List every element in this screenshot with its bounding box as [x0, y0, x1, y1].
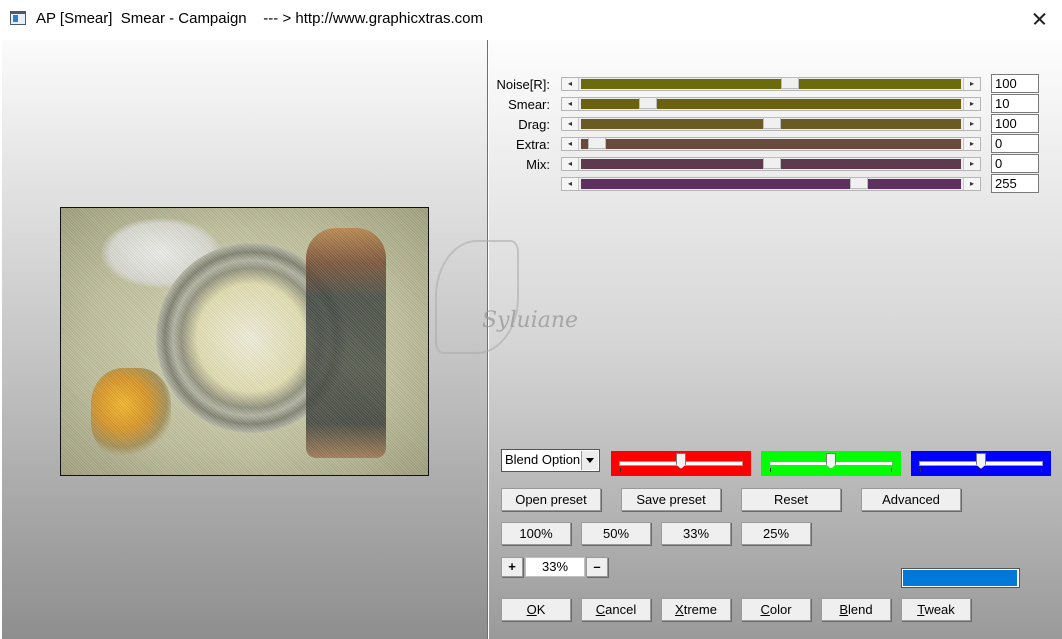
arrow-left-icon[interactable]: ◂: [562, 118, 579, 130]
slider-value-input[interactable]: 0: [991, 134, 1039, 153]
zoom-plus-button[interactable]: +: [501, 557, 523, 577]
blue-channel-slider[interactable]: [911, 451, 1051, 476]
zoom-100-button[interactable]: 100%: [501, 522, 571, 545]
save-preset-button[interactable]: Save preset: [621, 488, 721, 511]
reset-button[interactable]: Reset: [741, 488, 841, 511]
slider-thumb[interactable]: [850, 177, 868, 189]
slider-value-input[interactable]: 255: [991, 174, 1039, 193]
tweak-button[interactable]: Tweak: [901, 598, 971, 621]
slider-thumb[interactable]: [763, 157, 781, 169]
red-channel-slider[interactable]: [611, 451, 751, 476]
slider-label: Smear:: [508, 97, 550, 112]
arrow-left-icon[interactable]: ◂: [562, 138, 579, 150]
blend-option-select[interactable]: Blend Option: [501, 449, 600, 472]
chevron-down-icon[interactable]: [581, 451, 598, 470]
slider-track[interactable]: ◂ ▸: [561, 117, 981, 131]
xtreme-label: treme: [683, 602, 717, 617]
ok-label: K: [536, 602, 546, 617]
blend-accel: B: [839, 602, 849, 617]
slider-fill: [581, 139, 961, 149]
slider-label: Mix:: [526, 157, 550, 172]
xtreme-button[interactable]: Xtreme: [661, 598, 731, 621]
slider-thumb[interactable]: [639, 97, 657, 109]
arrow-left-icon[interactable]: ◂: [562, 78, 579, 90]
slider-track[interactable]: ◂ ▸: [561, 177, 981, 191]
slider-track[interactable]: ◂ ▸: [561, 157, 981, 171]
slider-value-input[interactable]: 10: [991, 94, 1039, 113]
cancel-accel: C: [595, 602, 606, 617]
slider-label: Extra:: [516, 137, 550, 152]
arrow-right-icon[interactable]: ▸: [963, 78, 980, 90]
ok-accel: O: [526, 602, 537, 617]
watermark-flourish: [435, 240, 519, 354]
slider-fill: [581, 79, 961, 89]
ok-button[interactable]: OK: [501, 598, 571, 621]
watermark: Syluiane: [482, 308, 579, 333]
slider-thumb[interactable]: [588, 137, 606, 149]
color-button[interactable]: Color: [741, 598, 811, 621]
open-preset-button[interactable]: Open preset: [501, 488, 601, 511]
title-bar: AP [Smear] Smear - Campaign --- > http:/…: [0, 0, 1062, 38]
blend-option-value: Blend Option: [505, 452, 581, 467]
arrow-right-icon[interactable]: ▸: [963, 98, 980, 110]
slider-track[interactable]: ◂ ▸: [561, 137, 981, 151]
blend-button[interactable]: Blend: [821, 598, 891, 621]
color-accel: C: [760, 602, 770, 617]
xtreme-accel: X: [675, 602, 684, 617]
arrow-left-icon[interactable]: ◂: [562, 178, 579, 190]
zoom-minus-button[interactable]: –: [586, 557, 608, 577]
slider-value-input[interactable]: 100: [991, 74, 1039, 93]
color-label: olor: [769, 602, 792, 617]
slider-fill: [581, 179, 961, 189]
arrow-left-icon[interactable]: ◂: [562, 98, 579, 110]
slider-track[interactable]: ◂ ▸: [561, 77, 981, 91]
preview-image[interactable]: [60, 207, 429, 476]
window-title: AP [Smear] Smear - Campaign --- > http:/…: [36, 10, 483, 27]
zoom-input[interactable]: 33%: [525, 557, 585, 577]
zoom-25-button[interactable]: 25%: [741, 522, 811, 545]
preview-noise: [61, 208, 428, 475]
slider-value-input[interactable]: 100: [991, 114, 1039, 133]
cancel-label: ancel: [605, 602, 637, 617]
blue-slider-thumb[interactable]: [976, 453, 986, 469]
slider-label: Drag:: [518, 117, 550, 132]
tweak-label: weak: [924, 602, 955, 617]
slider-label: Noise[R]:: [496, 77, 550, 92]
advanced-button[interactable]: Advanced: [861, 488, 961, 511]
cancel-button[interactable]: Cancel: [581, 598, 651, 621]
progress-bar: [901, 568, 1020, 588]
arrow-right-icon[interactable]: ▸: [963, 118, 980, 130]
arrow-right-icon[interactable]: ▸: [963, 158, 980, 170]
slider-track[interactable]: ◂ ▸: [561, 97, 981, 111]
zoom-33-button[interactable]: 33%: [661, 522, 731, 545]
progress-fill: [903, 570, 1017, 586]
slider-thumb[interactable]: [781, 77, 799, 89]
arrow-left-icon[interactable]: ◂: [562, 158, 579, 170]
close-button[interactable]: [1016, 0, 1062, 38]
blend-label: lend: [848, 602, 873, 617]
green-channel-slider[interactable]: [761, 451, 901, 476]
red-slider-thumb[interactable]: [676, 453, 686, 469]
arrow-right-icon[interactable]: ▸: [963, 138, 980, 150]
app-window-icon: [10, 11, 26, 25]
slider-thumb[interactable]: [763, 117, 781, 129]
arrow-right-icon[interactable]: ▸: [963, 178, 980, 190]
slider-value-input[interactable]: 0: [991, 154, 1039, 173]
slider-fill: [581, 99, 961, 109]
zoom-50-button[interactable]: 50%: [581, 522, 651, 545]
green-slider-thumb[interactable]: [826, 453, 836, 469]
